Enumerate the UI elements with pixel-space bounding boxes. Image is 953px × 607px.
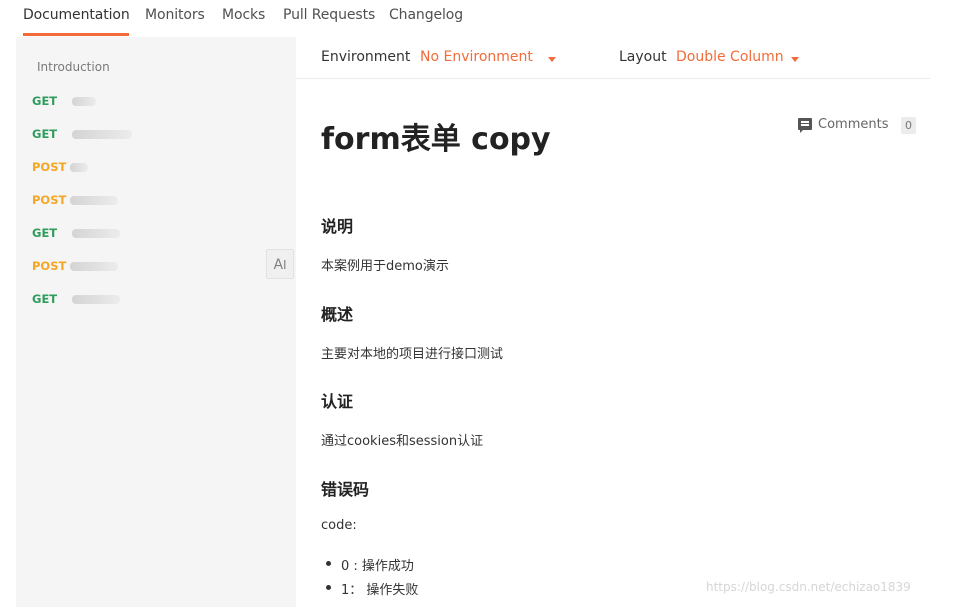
sidebar-request-item[interactable]: GET [32,126,272,144]
request-name-redacted [70,163,88,172]
environment-bar: Environment No Environment Layout Double… [296,37,930,79]
documentation-content: form表单 copy Comments 0 说明 本案例用于demo演示 概述… [296,79,930,607]
sidebar-request-item[interactable]: GET [32,291,272,309]
section-body: code: [321,518,357,533]
tab-documentation[interactable]: Documentation [23,7,130,23]
request-name-redacted [72,130,132,139]
bullet-icon [326,585,331,590]
chevron-down-icon[interactable] [548,57,556,62]
tab-changelog[interactable]: Changelog [389,7,463,23]
environment-label: Environment [321,49,411,65]
list-item-text: 1： 操作失败 [341,583,419,598]
comments-count-badge: 0 [901,117,916,134]
request-method-badge: POST [32,160,67,174]
request-name-redacted [70,262,118,271]
tab-monitors[interactable]: Monitors [145,7,205,23]
sidebar-request-item[interactable]: GET [32,225,272,243]
chevron-down-icon[interactable] [791,57,799,62]
sidebar-request-item[interactable]: GET [32,93,272,111]
request-name-redacted [70,196,118,205]
layout-label: Layout [619,49,667,65]
section-heading: 概述 [321,305,354,324]
watermark: https://blog.csdn.net/echizao1839 [706,580,911,594]
request-method-badge: GET [32,292,58,306]
sidebar-request-item[interactable]: POST [32,192,272,210]
request-method-badge: GET [32,127,58,141]
sidebar-request-item[interactable]: POST [32,258,272,276]
environment-dropdown[interactable]: No Environment [420,49,533,65]
section-body: 本案例用于demo演示 [321,259,449,274]
request-name-redacted [72,97,96,106]
top-tab-bar: Documentation Monitors Mocks Pull Reques… [0,0,953,37]
request-method-badge: POST [32,193,67,207]
layout-dropdown[interactable]: Double Column [676,49,784,65]
section-body: 通过cookies和session认证 [321,434,484,449]
request-method-badge: GET [32,94,58,108]
section-heading: 说明 [321,217,354,236]
tab-mocks[interactable]: Mocks [222,7,265,23]
sidebar-request-item[interactable]: POST [32,159,272,177]
tab-pull-requests[interactable]: Pull Requests [283,7,375,23]
section-heading: 错误码 [321,480,370,499]
request-method-badge: GET [32,226,58,240]
section-body: 主要对本地的项目进行接口测试 [321,347,504,362]
comment-icon [798,118,812,133]
request-method-badge: POST [32,259,67,273]
text-size-icon: A [273,257,284,273]
sidebar-item-introduction[interactable]: Introduction [37,60,110,74]
font-size-button[interactable]: AI [266,249,294,279]
active-tab-indicator [23,33,129,36]
list-item-text: 0 : 操作成功 [341,559,414,574]
sidebar: Introduction GET GET POST POST GET POST … [16,37,296,607]
app-root: Documentation Monitors Mocks Pull Reques… [0,0,953,607]
bullet-icon [326,561,331,566]
request-name-redacted [72,229,120,238]
request-name-redacted [72,295,120,304]
section-heading: 认证 [321,392,354,411]
page-title: form表单 copy [321,122,551,157]
comments-label: Comments [818,117,889,132]
